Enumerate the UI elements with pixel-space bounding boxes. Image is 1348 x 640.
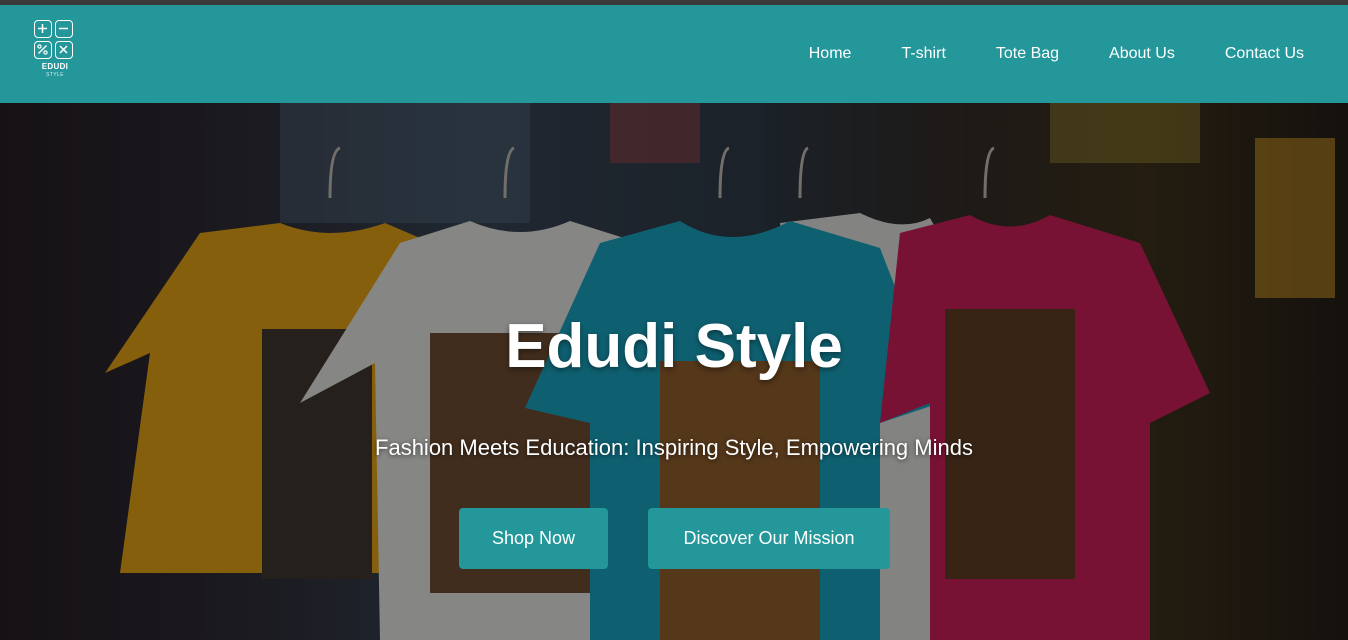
hero-title: Edudi Style: [505, 312, 843, 381]
plus-icon: [34, 20, 52, 38]
logo-tagline: STYLE: [46, 72, 64, 78]
main-navigation: Home T-shirt Tote Bag About Us Contact U…: [759, 5, 1304, 103]
nav-contact-us-link[interactable]: Contact Us: [1225, 45, 1304, 63]
nav-tshirt-link[interactable]: T-shirt: [901, 45, 945, 63]
hero-subtitle: Fashion Meets Education: Inspiring Style…: [375, 435, 973, 460]
site-header: EDUDI STYLE Home T-shirt Tote Bag About …: [0, 5, 1348, 103]
logo-symbol-grid: [34, 20, 78, 59]
nav-tote-bag-link[interactable]: Tote Bag: [996, 45, 1059, 63]
brand-logo[interactable]: EDUDI STYLE: [34, 20, 78, 86]
logo-wordmark: EDUDI: [41, 62, 69, 71]
multiply-icon: [55, 41, 73, 59]
nav-home-link[interactable]: Home: [809, 45, 852, 63]
discover-mission-button[interactable]: Discover Our Mission: [648, 508, 890, 569]
nav-about-us-link[interactable]: About Us: [1109, 45, 1175, 63]
hero-section: Edudi Style Fashion Meets Education: Ins…: [0, 103, 1348, 640]
minus-icon: [55, 20, 73, 38]
percent-icon: [34, 41, 52, 59]
shop-now-button[interactable]: Shop Now: [459, 508, 608, 569]
